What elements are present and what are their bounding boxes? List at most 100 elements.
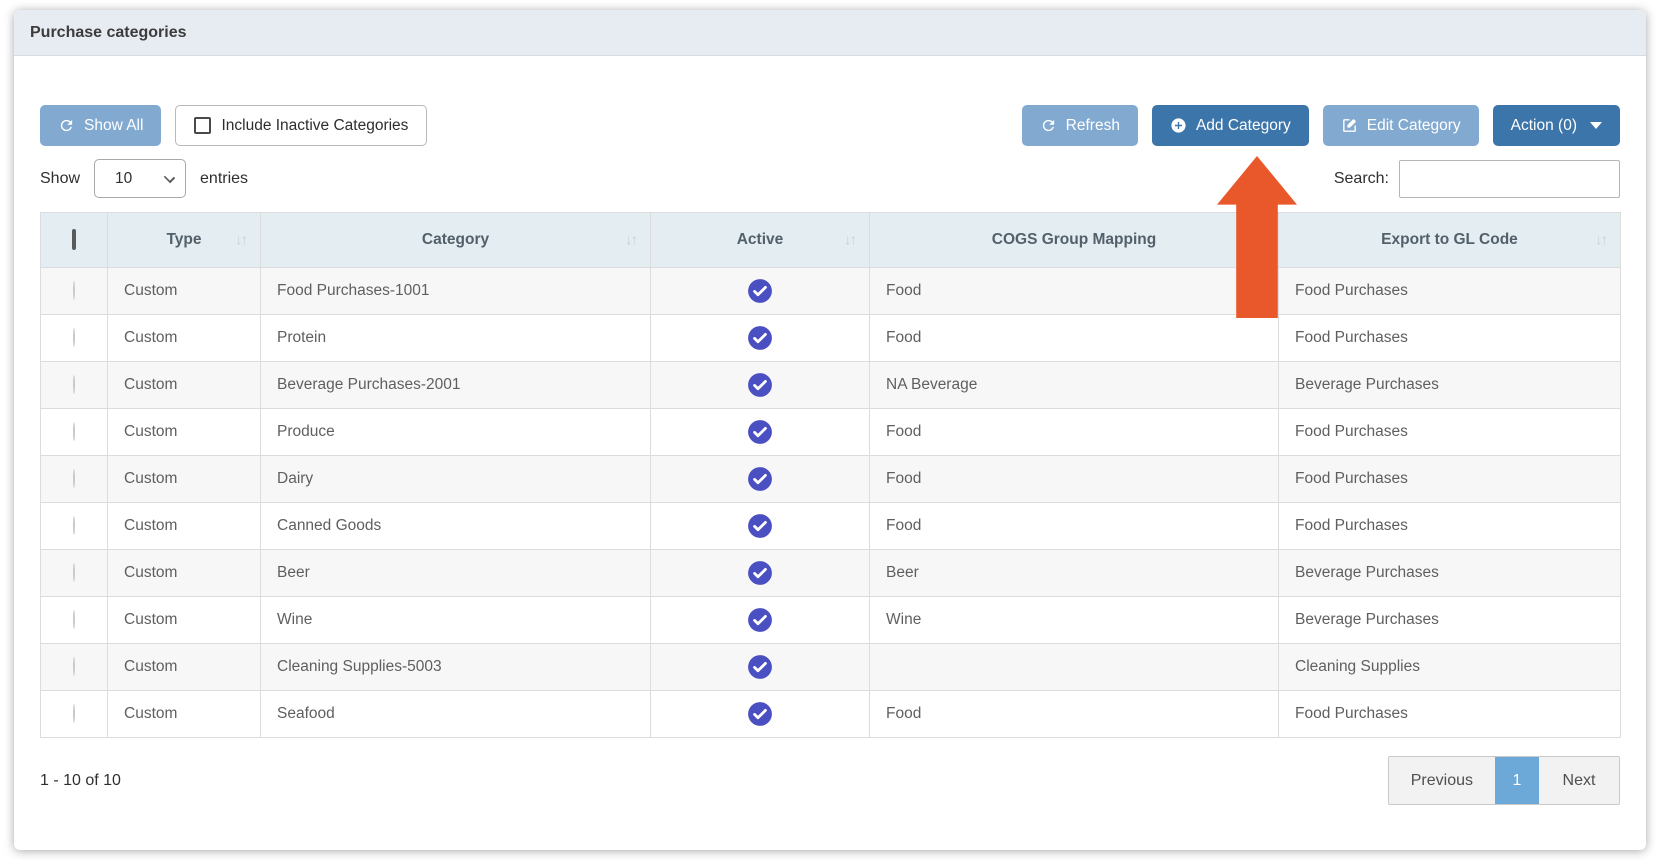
- cogs-group-cell: Food: [870, 409, 1279, 456]
- type-value: Custom: [124, 282, 177, 299]
- row-radio-button[interactable]: [73, 516, 75, 535]
- search-input[interactable]: [1399, 160, 1620, 198]
- cogs-group-cell: Food: [870, 691, 1279, 738]
- row-radio-button[interactable]: [73, 469, 75, 488]
- row-select-cell: [41, 362, 108, 409]
- sort-icon[interactable]: ↓↑: [625, 232, 636, 249]
- type-value: Custom: [124, 329, 177, 346]
- category-cell: Cleaning Supplies-5003: [261, 644, 651, 691]
- add-category-label: Add Category: [1196, 117, 1291, 135]
- table-row[interactable]: Custom Protein Food Food Purchases: [41, 315, 1621, 362]
- show-all-button[interactable]: Show All: [40, 105, 161, 146]
- type-cell: Custom: [108, 409, 261, 456]
- active-check-icon: [747, 325, 773, 351]
- cogs-group-cell: Wine: [870, 597, 1279, 644]
- next-page-button[interactable]: Next: [1539, 757, 1619, 804]
- page-1-button[interactable]: 1: [1495, 757, 1539, 804]
- pagination: Previous 1 Next: [1388, 756, 1620, 805]
- edit-category-label: Edit Category: [1367, 117, 1461, 135]
- cogs-group-value: Food: [886, 282, 921, 299]
- refresh-label: Refresh: [1066, 117, 1120, 135]
- active-check-icon: [747, 278, 773, 304]
- include-inactive-label: Include Inactive Categories: [221, 117, 408, 135]
- row-select-cell: [41, 315, 108, 362]
- category-value: Seafood: [277, 705, 335, 722]
- previous-page-button[interactable]: Previous: [1389, 757, 1495, 804]
- table-row[interactable]: Custom Beverage Purchases-2001 NA Bevera…: [41, 362, 1621, 409]
- cogs-group-value: Wine: [886, 611, 921, 628]
- cogs-group-cell: Food: [870, 456, 1279, 503]
- row-select-cell: [41, 409, 108, 456]
- table-row[interactable]: Custom Beer Beer Beverage Purchases: [41, 550, 1621, 597]
- active-check-icon: [747, 654, 773, 680]
- type-cell: Custom: [108, 268, 261, 315]
- cogs-group-cell: Food: [870, 503, 1279, 550]
- gl-code-cell: Food Purchases: [1279, 503, 1621, 550]
- active-check-icon: [747, 513, 773, 539]
- gl-code-cell: Food Purchases: [1279, 268, 1621, 315]
- row-radio-button[interactable]: [73, 328, 75, 347]
- type-value: Custom: [124, 611, 177, 628]
- row-select-cell: [41, 691, 108, 738]
- row-radio-button[interactable]: [73, 657, 75, 676]
- category-cell: Beer: [261, 550, 651, 597]
- active-cell: [651, 362, 870, 409]
- active-check-icon: [747, 701, 773, 727]
- gl-code-cell: Beverage Purchases: [1279, 597, 1621, 644]
- active-check-icon: [747, 466, 773, 492]
- cogs-group-cell: Food: [870, 268, 1279, 315]
- type-cell: Custom: [108, 691, 261, 738]
- row-radio-button[interactable]: [73, 375, 75, 394]
- column-label: Active: [737, 231, 784, 248]
- category-cell: Dairy: [261, 456, 651, 503]
- table-row[interactable]: Custom Cleaning Supplies-5003 Cleaning S…: [41, 644, 1621, 691]
- row-radio-button[interactable]: [73, 281, 75, 300]
- row-select-cell: [41, 268, 108, 315]
- column-header-cogs-group[interactable]: COGS Group Mapping ↓↑: [870, 213, 1279, 268]
- gl-code-cell: Beverage Purchases: [1279, 362, 1621, 409]
- table-row[interactable]: Custom Canned Goods Food Food Purchases: [41, 503, 1621, 550]
- row-radio-button[interactable]: [73, 704, 75, 723]
- table-footer: 1 - 10 of 10 Previous 1 Next: [40, 756, 1620, 805]
- page-size-select[interactable]: 10: [94, 159, 186, 198]
- table-row[interactable]: Custom Dairy Food Food Purchases: [41, 456, 1621, 503]
- column-header-gl-code[interactable]: Export to GL Code ↓↑: [1279, 213, 1621, 268]
- column-header-type[interactable]: Type ↓↑: [108, 213, 261, 268]
- page-title: Purchase categories: [30, 24, 187, 42]
- table-row[interactable]: Custom Seafood Food Food Purchases: [41, 691, 1621, 738]
- sort-icon[interactable]: ↓↑: [844, 232, 855, 249]
- column-label: COGS Group Mapping: [992, 231, 1156, 248]
- refresh-button[interactable]: Refresh: [1022, 105, 1138, 146]
- action-dropdown-button[interactable]: Action (0): [1493, 105, 1620, 146]
- category-value: Canned Goods: [277, 517, 381, 534]
- sort-icon[interactable]: ↓↑: [235, 232, 246, 249]
- row-radio-button[interactable]: [73, 610, 75, 629]
- row-radio-button[interactable]: [73, 422, 75, 441]
- column-header-active[interactable]: Active ↓↑: [651, 213, 870, 268]
- gl-code-value: Beverage Purchases: [1295, 376, 1439, 393]
- row-select-cell: [41, 550, 108, 597]
- gl-code-value: Food Purchases: [1295, 423, 1408, 440]
- gl-code-value: Food Purchases: [1295, 705, 1408, 722]
- gl-code-cell: Food Purchases: [1279, 409, 1621, 456]
- gl-code-value: Food Purchases: [1295, 329, 1408, 346]
- gl-code-value: Food Purchases: [1295, 470, 1408, 487]
- type-cell: Custom: [108, 597, 261, 644]
- table-row[interactable]: Custom Food Purchases-1001 Food Food Pur…: [41, 268, 1621, 315]
- checkbox-icon[interactable]: [194, 117, 211, 134]
- column-header-category[interactable]: Category ↓↑: [261, 213, 651, 268]
- add-category-button[interactable]: Add Category: [1152, 105, 1309, 146]
- table-row[interactable]: Custom Wine Wine Beverage Purchases: [41, 597, 1621, 644]
- type-cell: Custom: [108, 644, 261, 691]
- select-all-checkbox[interactable]: [72, 229, 76, 250]
- table-row[interactable]: Custom Produce Food Food Purchases: [41, 409, 1621, 456]
- sort-icon[interactable]: ↓↑: [1253, 232, 1264, 249]
- include-inactive-toggle[interactable]: Include Inactive Categories: [175, 105, 427, 146]
- edit-category-button[interactable]: Edit Category: [1323, 105, 1479, 146]
- row-radio-button[interactable]: [73, 563, 75, 582]
- categories-table: Type ↓↑ Category ↓↑ Active ↓↑ COGS Gro: [40, 212, 1621, 738]
- sort-icon[interactable]: ↓↑: [1595, 232, 1606, 249]
- type-value: Custom: [124, 564, 177, 581]
- active-check-icon: [747, 419, 773, 445]
- category-value: Cleaning Supplies-5003: [277, 658, 442, 675]
